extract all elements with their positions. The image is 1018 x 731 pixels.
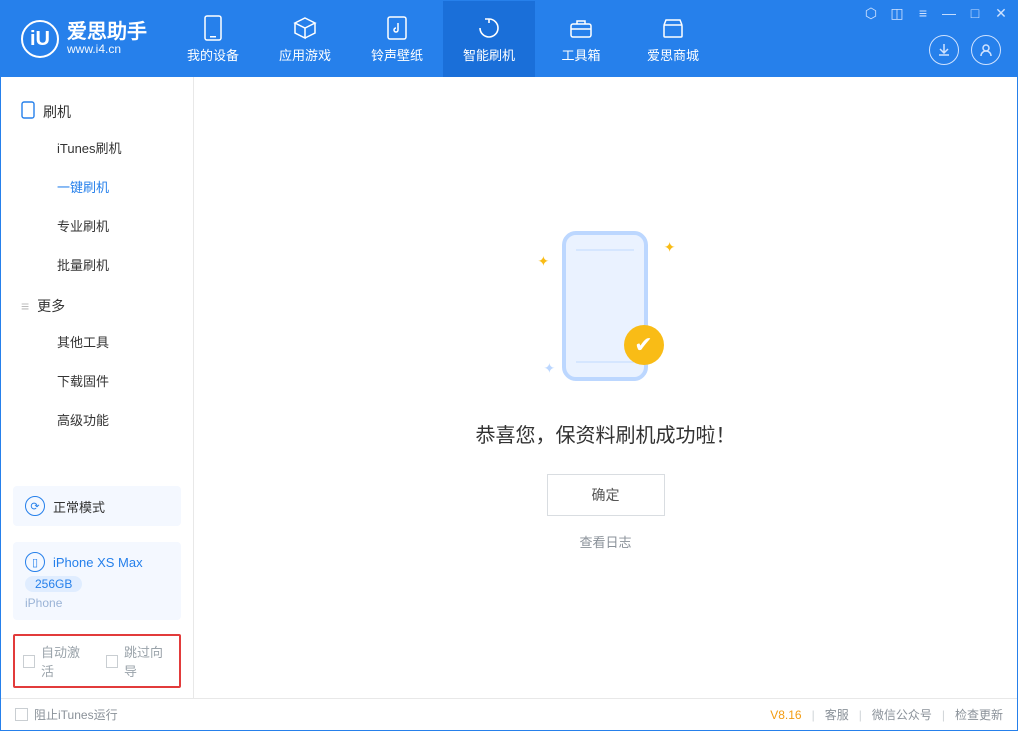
dropdown-icon[interactable]: ◫ <box>889 5 905 22</box>
main-content: ✦ ✦ ✦ ✔ 恭喜您，保资料刷机成功啦！ 确定 查看日志 <box>194 77 1017 698</box>
nav-my-device[interactable]: 我的设备 <box>167 1 259 77</box>
logo-area: iU 爱思助手 www.i4.cn <box>1 20 167 58</box>
device-card[interactable]: ▯ iPhone XS Max 256GB iPhone <box>13 542 181 620</box>
device-capacity: 256GB <box>25 576 82 592</box>
nav-smart-flash[interactable]: 智能刷机 <box>443 1 535 77</box>
options-highlight: 自动激活 跳过向导 <box>13 634 181 688</box>
menu-icon[interactable]: ≡ <box>915 5 931 22</box>
sidebar-item-oneclick-flash[interactable]: 一键刷机 <box>1 167 193 206</box>
header: iU 爱思助手 www.i4.cn 我的设备 应用游戏 铃声壁纸 智能刷机 工具… <box>1 1 1017 77</box>
check-update-link[interactable]: 检查更新 <box>955 706 1003 723</box>
checkbox-icon <box>15 708 28 721</box>
refresh-shield-icon <box>476 15 502 41</box>
sidebar: 刷机 iTunes刷机 一键刷机 专业刷机 批量刷机 ≡ 更多 其他工具 下载固… <box>1 77 194 698</box>
device-name: iPhone XS Max <box>53 555 143 570</box>
maximize-button[interactable]: □ <box>967 5 983 22</box>
toolbox-icon <box>568 15 594 41</box>
nav-apps-games[interactable]: 应用游戏 <box>259 1 351 77</box>
mode-label: 正常模式 <box>53 497 105 516</box>
music-file-icon <box>384 15 410 41</box>
close-button[interactable]: ✕ <box>993 5 1009 22</box>
logo-icon: iU <box>21 20 59 58</box>
customer-service-link[interactable]: 客服 <box>825 706 849 723</box>
nav-tabs: 我的设备 应用游戏 铃声壁纸 智能刷机 工具箱 爱思商城 <box>167 1 719 77</box>
mode-card: ⟳ 正常模式 <box>13 486 181 526</box>
sidebar-item-itunes-flash[interactable]: iTunes刷机 <box>1 128 193 167</box>
device-small-icon: ▯ <box>25 552 45 572</box>
ok-button[interactable]: 确定 <box>547 474 665 516</box>
checkbox-icon <box>23 655 35 668</box>
sidebar-item-pro-flash[interactable]: 专业刷机 <box>1 206 193 245</box>
status-bar: 阻止iTunes运行 V8.16 | 客服 | 微信公众号 | 检查更新 <box>1 698 1017 730</box>
device-type: iPhone <box>25 596 169 610</box>
sidebar-item-advanced[interactable]: 高级功能 <box>1 400 193 439</box>
download-button[interactable] <box>929 35 959 65</box>
version-label: V8.16 <box>770 708 801 722</box>
success-illustration: ✦ ✦ ✦ ✔ <box>526 225 686 395</box>
account-button[interactable] <box>971 35 1001 65</box>
sidebar-item-download-firmware[interactable]: 下载固件 <box>1 361 193 400</box>
success-message: 恭喜您，保资料刷机成功啦！ <box>476 419 736 448</box>
minimize-button[interactable]: — <box>941 5 957 22</box>
nav-toolbox[interactable]: 工具箱 <box>535 1 627 77</box>
device-icon <box>21 101 35 122</box>
checkbox-skip-guide[interactable]: 跳过向导 <box>106 642 171 680</box>
checkbox-auto-activate[interactable]: 自动激活 <box>23 642 88 680</box>
phone-icon <box>200 15 226 41</box>
body: 刷机 iTunes刷机 一键刷机 专业刷机 批量刷机 ≡ 更多 其他工具 下载固… <box>1 77 1017 698</box>
check-badge-icon: ✔ <box>624 325 664 365</box>
checkbox-stop-itunes[interactable]: 阻止iTunes运行 <box>15 706 118 723</box>
sparkle-icon: ✦ <box>664 239 676 256</box>
sidebar-group-more: ≡ 更多 <box>1 284 193 322</box>
list-icon: ≡ <box>21 298 29 314</box>
nav-store[interactable]: 爱思商城 <box>627 1 719 77</box>
shirt-icon[interactable]: ⬡ <box>863 5 879 22</box>
window-controls: ⬡ ◫ ≡ — □ ✕ <box>863 5 1009 22</box>
header-right-buttons <box>929 35 1001 65</box>
nav-ringtone-wallpaper[interactable]: 铃声壁纸 <box>351 1 443 77</box>
sidebar-item-batch-flash[interactable]: 批量刷机 <box>1 245 193 284</box>
sidebar-item-other-tools[interactable]: 其他工具 <box>1 322 193 361</box>
mode-icon: ⟳ <box>25 496 45 516</box>
store-icon <box>660 15 686 41</box>
app-title: 爱思助手 <box>67 21 147 43</box>
checkbox-icon <box>106 655 118 668</box>
sidebar-group-flash: 刷机 <box>1 89 193 128</box>
wechat-link[interactable]: 微信公众号 <box>872 706 932 723</box>
sparkle-icon: ✦ <box>538 253 550 270</box>
app-subtitle: www.i4.cn <box>67 43 147 56</box>
sparkle-icon: ✦ <box>544 360 556 377</box>
cube-icon <box>292 15 318 41</box>
view-log-link[interactable]: 查看日志 <box>579 532 631 551</box>
